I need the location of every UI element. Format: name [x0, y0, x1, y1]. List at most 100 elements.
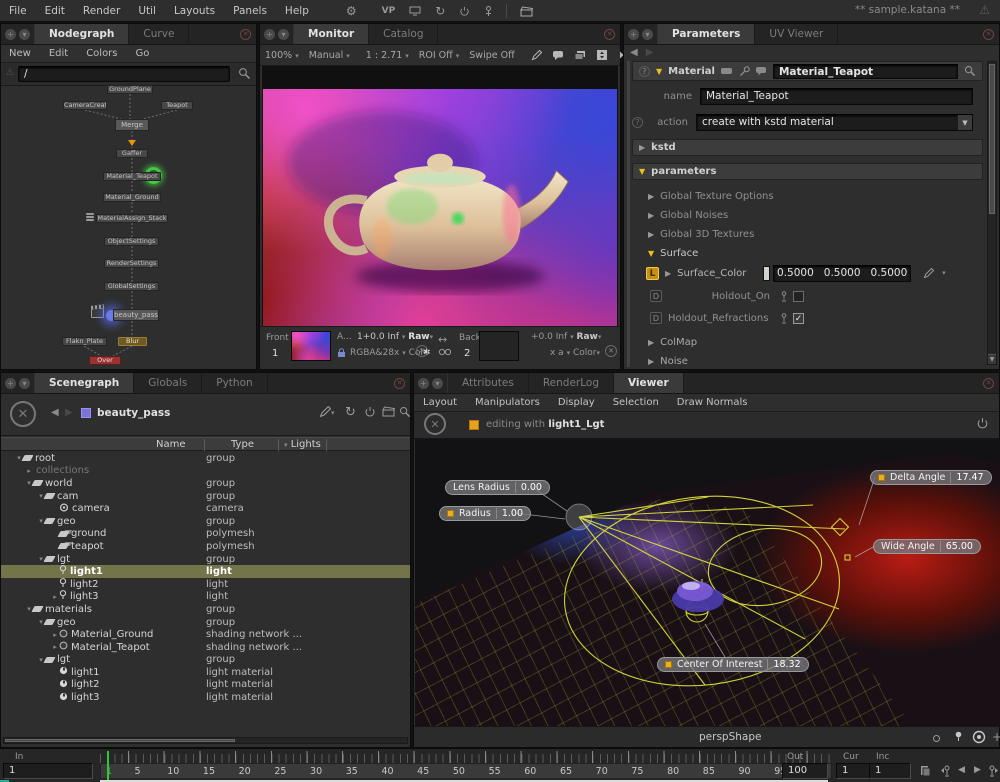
front-thumbnail[interactable]	[291, 331, 331, 361]
tab-nodegraph[interactable]: Nodegraph	[35, 24, 129, 44]
in-field[interactable]: 1	[3, 763, 93, 779]
scenegraph-row-teapot[interactable]: teapotpolymesh	[1, 540, 410, 553]
vp-toggle[interactable]: VP	[382, 6, 396, 16]
scenegraph-row-light2[interactable]: light2light material	[1, 679, 410, 692]
clapper-icon[interactable]	[382, 406, 395, 418]
node-beauty-pass[interactable]: beauty_pass	[113, 309, 159, 321]
column-name[interactable]: Name	[156, 439, 186, 450]
scenegraph-hscrollbar[interactable]	[3, 737, 408, 744]
ng-menu-colors[interactable]: Colors	[78, 48, 125, 59]
forward-icon[interactable]: ▶	[646, 47, 654, 58]
chevron-down-icon[interactable]: ▾	[942, 269, 946, 277]
swipe-toggle[interactable]: Swipe Off	[464, 50, 519, 61]
scenegraph-row-materials[interactable]: ▾materialsgroup	[1, 603, 410, 616]
scenegraph-row-lgt[interactable]: ▾lgtgroup	[1, 553, 410, 566]
lock-icon[interactable]	[337, 348, 346, 359]
monitor-icon[interactable]	[409, 4, 421, 18]
group-global-texture-options[interactable]: ▶Global Texture Options	[648, 187, 973, 205]
node-name-field[interactable]: Material_Teapot	[773, 64, 958, 79]
node-objectsettings[interactable]: ObjectSettings	[104, 237, 159, 246]
node-gaffer[interactable]: Gaffer	[116, 149, 148, 158]
action-dropdown[interactable]: create with kstd material ▼	[696, 114, 973, 131]
collapsed-icon[interactable]: ▶	[639, 143, 645, 152]
scenegraph-row-geo[interactable]: ▾geogroup	[1, 515, 410, 528]
forward-icon[interactable]: ▶	[65, 407, 73, 418]
zoom-select[interactable]: 100% ▾	[260, 50, 304, 61]
scenegraph-row-cam[interactable]: ▾camgroup	[1, 490, 410, 503]
pane-menu-icon[interactable]: ▾	[19, 29, 30, 40]
ng-menu-go[interactable]: Go	[128, 48, 158, 59]
node-merge[interactable]: Merge	[115, 119, 149, 131]
holdout-refractions-checkbox[interactable]: ✓	[793, 313, 804, 324]
update-mode-select[interactable]: Manual ▾	[304, 50, 355, 61]
vw-menu-draw-normals[interactable]: Draw Normals	[668, 397, 757, 408]
vw-menu-layout[interactable]: Layout	[414, 397, 466, 408]
node-over[interactable]: Over	[89, 356, 121, 365]
pane-menu-icon[interactable]: ▾	[642, 29, 653, 40]
circle-icon[interactable]	[932, 733, 941, 744]
tab-globals[interactable]: Globals	[134, 373, 202, 393]
layers-icon[interactable]	[569, 50, 591, 61]
expander-icon[interactable]: ▸	[51, 643, 59, 651]
help-icon[interactable]: ?	[632, 117, 643, 128]
node-path-input[interactable]: /	[18, 66, 230, 82]
tab-scenegraph[interactable]: Scenegraph	[35, 373, 134, 393]
tab-monitor[interactable]: Monitor	[294, 24, 369, 44]
scenegraph-row-light2[interactable]: light2light	[1, 578, 410, 591]
pen-icon[interactable]	[923, 268, 934, 279]
tab-renderlog[interactable]: RenderLog	[529, 373, 614, 393]
parameters-section[interactable]: ▼ parameters	[632, 163, 983, 180]
power-icon[interactable]	[459, 4, 470, 18]
column-lights[interactable]: ▾ Lights	[284, 439, 321, 450]
group-surface[interactable]: ▼Surface	[648, 244, 973, 262]
step-back-icon[interactable]: ◀	[958, 765, 965, 775]
clear-context-icon[interactable]: ✕	[10, 401, 36, 427]
back-icon[interactable]: ◀	[51, 407, 59, 418]
pane-menu-icon[interactable]: ▾	[19, 378, 30, 389]
ratio-select[interactable]: 1 : 2.71 ▾	[361, 50, 414, 61]
ng-menu-edit[interactable]: Edit	[41, 48, 76, 59]
tab-uv-viewer[interactable]: UV Viewer	[755, 24, 838, 44]
menu-render[interactable]: Render	[74, 5, 129, 17]
close-icon[interactable]: ✕	[394, 378, 405, 389]
scenegraph-row-light3[interactable]: ▸light3light	[1, 591, 410, 604]
pane-add-icon[interactable]: +	[5, 378, 16, 389]
color-swatch[interactable]	[763, 266, 770, 281]
scenegraph-row-root[interactable]: ▾rootgroup	[1, 452, 410, 465]
local-state-badge[interactable]: L	[646, 267, 659, 280]
ng-menu-new[interactable]: New	[1, 48, 39, 59]
key-prev-icon[interactable]	[940, 765, 951, 777]
search-icon[interactable]	[964, 65, 976, 77]
monitor-viewport[interactable]	[262, 66, 618, 328]
power-icon[interactable]	[364, 406, 376, 418]
scenegraph-row-light3[interactable]: light3light material	[1, 691, 410, 704]
collapsed-icon[interactable]: ▶	[665, 269, 671, 278]
expand-icon[interactable]: ▼	[656, 67, 662, 76]
group-global-noises[interactable]: ▶Global Noises	[648, 206, 973, 224]
menu-edit[interactable]: Edit	[36, 5, 74, 17]
tag-icon[interactable]	[721, 67, 733, 75]
scenegraph-row-world[interactable]: ▾worldgroup	[1, 477, 410, 490]
viewer-viewport[interactable]: Lens Radius0.00 Radius1.00 Delta Angle17…	[415, 439, 1000, 728]
scroll-down-icon[interactable]: ▼	[988, 354, 996, 364]
front-exposure[interactable]: 1+0.0 Inf ▾ Raw▾	[357, 332, 433, 342]
column-type[interactable]: Type	[231, 439, 254, 450]
pane-add-icon[interactable]: +	[264, 29, 275, 40]
comment-icon[interactable]	[547, 50, 569, 61]
view-flag-icon[interactable]	[128, 140, 136, 146]
menu-layouts[interactable]: Layouts	[165, 5, 224, 17]
tab-python[interactable]: Python	[202, 373, 267, 393]
scenegraph-row-camera[interactable]: cameracamera	[1, 502, 410, 515]
scenegraph-row-light1[interactable]: light1light	[1, 565, 410, 578]
group-colmap[interactable]: ▶ColMap	[648, 333, 973, 351]
close-icon[interactable]: ✕	[240, 29, 251, 40]
group-global-3d-textures[interactable]: ▶Global 3D Textures	[648, 225, 973, 243]
aperture-icon[interactable]	[972, 730, 986, 744]
pen-icon[interactable]: ▾	[319, 406, 335, 418]
stop-edit-icon[interactable]: ✕	[424, 413, 446, 435]
expander-icon[interactable]: ▸	[25, 467, 33, 475]
node-material-teapot[interactable]: Material_Teapot	[103, 172, 161, 181]
default-state-badge[interactable]: D	[650, 312, 662, 324]
playhead[interactable]	[107, 751, 109, 781]
plus-icon[interactable]: +	[992, 730, 1000, 744]
